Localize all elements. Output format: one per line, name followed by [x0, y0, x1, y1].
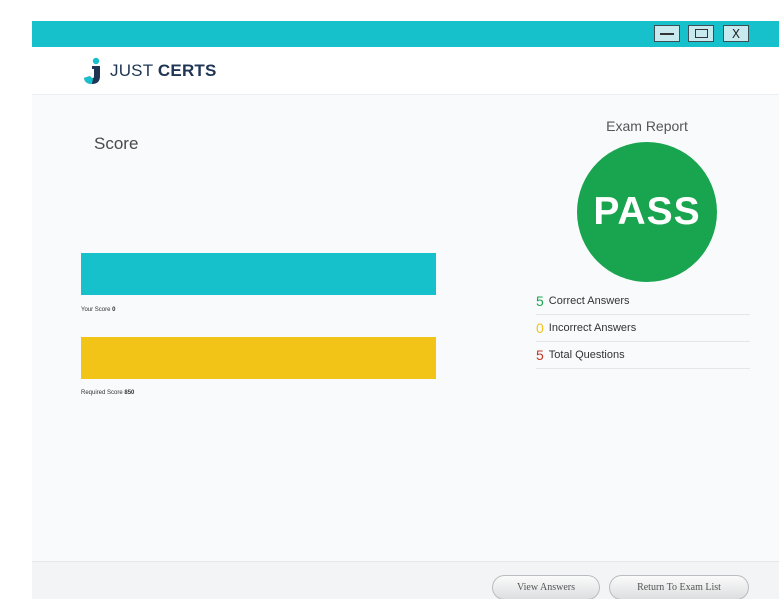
required-score-value: 850 [124, 390, 135, 396]
logo-wordmark: JUST CERTS [110, 61, 217, 81]
stat-correct-answers: 5 Correct Answers [536, 288, 750, 315]
close-icon: X [731, 26, 741, 41]
incorrect-answers-count: 0 [536, 320, 544, 336]
maximize-button[interactable] [688, 25, 714, 42]
title-bar: X [32, 21, 779, 47]
just-certs-logo: JUST CERTS [82, 57, 217, 85]
logo-word-just: JUST [110, 61, 158, 80]
score-heading: Score [94, 134, 139, 153]
exam-report-title: Exam Report [606, 118, 688, 134]
maximize-icon [694, 29, 708, 38]
correct-answers-label: Correct Answers [548, 295, 630, 307]
required-score-label: Required Score [81, 390, 123, 396]
total-questions-label: Total Questions [548, 349, 625, 361]
correct-answers-count: 5 [536, 293, 544, 309]
logo-word-certs: CERTS [157, 61, 217, 80]
result-badge: PASS [577, 142, 717, 282]
stat-total-questions: 5 Total Questions [536, 342, 750, 369]
your-score-label: Your Score [81, 307, 111, 313]
your-score-caption: Your Score 0 [81, 307, 115, 313]
incorrect-answers-label: Incorrect Answers [548, 322, 637, 334]
just-certs-logo-icon [84, 57, 100, 84]
your-score-value: 0 [112, 307, 116, 313]
footer-bar: View Answers Return To Exam List [32, 561, 779, 599]
exam-report-window: X JUST CERTS Score Your Score 0 Required… [32, 21, 779, 599]
required-score-bar [81, 337, 436, 379]
app-header: JUST CERTS [32, 47, 779, 95]
result-text: PASS [593, 190, 701, 233]
required-score-caption: Required Score 850 [81, 390, 134, 396]
minimize-icon [660, 32, 674, 35]
close-button[interactable]: X [723, 25, 749, 42]
view-answers-button[interactable]: View Answers [492, 575, 600, 599]
return-to-exam-list-button[interactable]: Return To Exam List [609, 575, 749, 599]
minimize-button[interactable] [654, 25, 680, 42]
total-questions-count: 5 [536, 347, 544, 363]
your-score-bar [81, 253, 436, 295]
stat-incorrect-answers: 0 Incorrect Answers [536, 315, 750, 342]
